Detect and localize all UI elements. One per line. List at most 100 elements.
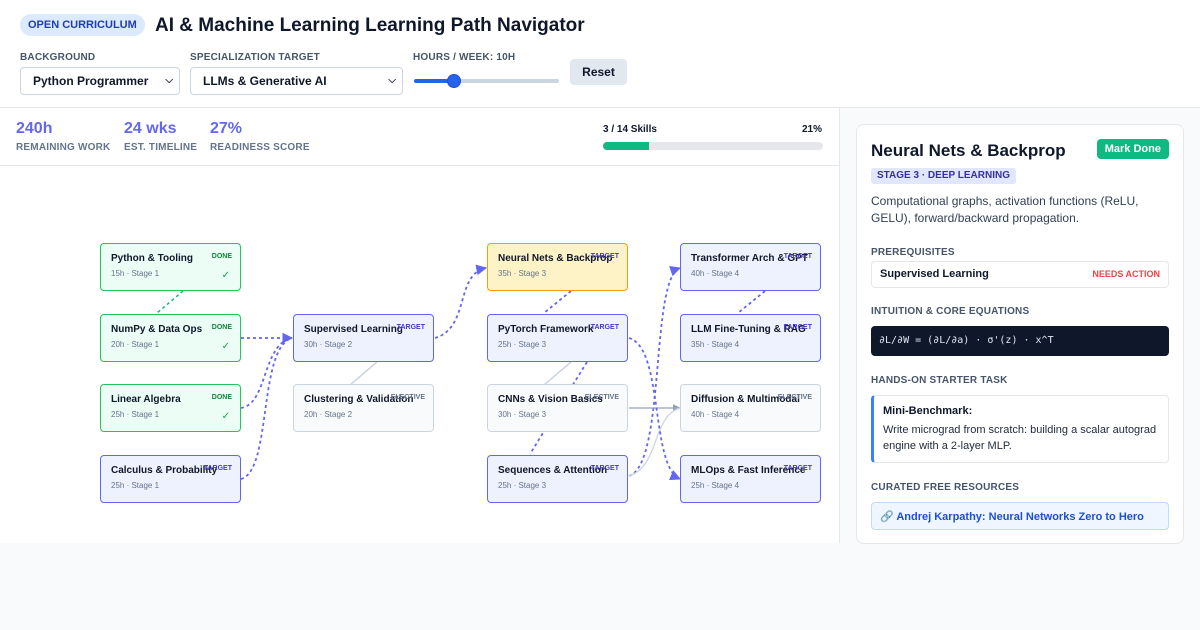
skill-node-neural[interactable]: Neural Nets & Backprop 35h · Stage 3 TARGE…: [487, 243, 628, 291]
open-curriculum-badge: OPEN CURRICULUM: [20, 14, 145, 36]
top-header: OPEN CURRICULUM AI & Machine Learning Le…: [0, 0, 1200, 108]
background-label: BACKGROUND: [20, 52, 96, 63]
skills-progress-bar: [603, 142, 823, 150]
prerequisites-label: PREREQUISITES: [871, 247, 955, 258]
skill-node-status-tag: DONE: [211, 253, 232, 260]
skill-node-meta: 25h · Stage 1: [111, 481, 160, 490]
edge-neural-pytorch: [543, 290, 572, 314]
skill-node-meta: 20h · Stage 1: [111, 340, 160, 349]
skill-node-meta: 40h · Stage 4: [691, 410, 740, 419]
task-label: HANDS-ON STARTER TASK: [871, 375, 1008, 386]
skill-node-meta: 25h · Stage 1: [111, 410, 160, 419]
skill-node-meta: 30h · Stage 2: [304, 340, 353, 349]
skill-node-status-tag: TARGET: [396, 324, 425, 331]
main-panel: 240h REMAINING WORK 24 wks EST. TIMELINE…: [0, 108, 840, 543]
skill-node-calculus[interactable]: Calculus & Probability 25h · Stage 1 TARGE…: [100, 455, 241, 503]
check-icon: ✓: [221, 341, 230, 352]
target-select[interactable]: LLMs & Generative AI ⌵: [190, 67, 403, 95]
skill-node-transformer[interactable]: Transformer Arch & GPT 40h · Stage 4 TARGE…: [680, 243, 821, 291]
remaining-work-label: REMAINING WORK: [16, 142, 111, 153]
prerequisite-name: Supervised Learning: [880, 268, 989, 280]
skills-progress-percent: 21%: [801, 124, 822, 135]
skill-node-linalg[interactable]: Linear Algebra 25h · Stage 1 DONE ✓: [100, 384, 241, 432]
hours-label: HOURS / WEEK: 10H: [413, 52, 516, 63]
resource-link-item[interactable]: 🔗 Andrej Karpathy: Neural Networks Zero …: [871, 502, 1169, 530]
target-label: SPECIALIZATION TARGET: [190, 52, 320, 63]
readiness-label: READINESS SCORE: [210, 142, 310, 153]
skill-node-sequences[interactable]: Sequences & Attention 25h · Stage 3 TARGET: [487, 455, 628, 503]
stage-badge: STAGE 3 · DEEP LEARNING: [871, 168, 1016, 184]
timeline-label: EST. TIMELINE: [124, 142, 198, 153]
hours-slider[interactable]: [414, 74, 559, 88]
skill-node-title: Linear Algebra: [111, 394, 181, 405]
starter-task-card: Mini-Benchmark: Write micrograd from scr…: [871, 395, 1169, 463]
skill-node-title: Supervised Learning: [304, 324, 403, 335]
check-icon: ✓: [221, 411, 230, 422]
skill-node-mlops[interactable]: MLOps & Fast Inference 25h · Stage 4 TARGE…: [680, 455, 821, 503]
skill-node-status-tag: DONE: [211, 324, 232, 331]
skill-detail-panel: Neural Nets & Backprop Mark Done STAGE 3…: [856, 124, 1184, 544]
chevron-down-icon: ⌵: [388, 75, 396, 86]
prerequisite-item[interactable]: Supervised Learning NEEDS ACTION: [871, 261, 1169, 288]
remaining-work-value: 240h: [16, 120, 53, 137]
skill-node-meta: 20h · Stage 2: [304, 410, 353, 419]
mark-done-button[interactable]: Mark Done: [1096, 139, 1169, 159]
edge-python-numpy: [156, 290, 184, 314]
skill-node-status-tag: DONE: [211, 394, 232, 401]
skill-graph: Python & Tooling 15h · Stage 1 DONE ✓ NumPy …: [0, 166, 839, 543]
skill-node-status-tag: TARGET: [203, 465, 232, 472]
skill-node-status-tag: ELECTIVE: [777, 394, 812, 401]
equations-label: INTUITION & CORE EQUATIONS: [871, 306, 1030, 317]
skill-node-python[interactable]: Python & Tooling 15h · Stage 1 DONE ✓: [100, 243, 241, 291]
skill-node-status-tag: TARGET: [783, 465, 812, 472]
detail-title: Neural Nets & Backprop: [871, 141, 1066, 160]
skill-node-status-tag: TARGET: [783, 253, 812, 260]
skills-progress-label: 3 / 14 Skills: [603, 124, 657, 135]
edge-pytorch-cnn: [543, 361, 572, 386]
skill-node-meta: 15h · Stage 1: [111, 269, 160, 278]
background-select[interactable]: Python Programmer ⌵: [20, 67, 180, 95]
skill-node-pytorch[interactable]: PyTorch Framework 25h · Stage 3 TARGET: [487, 314, 628, 362]
readiness-value: 27%: [210, 120, 243, 137]
reset-button[interactable]: Reset: [570, 59, 627, 85]
skills-progress-fill: [603, 142, 650, 150]
skill-node-meta: 35h · Stage 3: [498, 269, 547, 278]
skill-node-status-tag: ELECTIVE: [390, 394, 425, 401]
edge-supervised-neural: [434, 264, 488, 339]
chevron-down-icon: ⌵: [165, 75, 173, 86]
edge-transformer-finetune: [737, 290, 766, 314]
skill-node-status-tag: TARGET: [590, 465, 619, 472]
skill-node-title: Python & Tooling: [111, 253, 194, 264]
check-icon: ✓: [221, 270, 230, 281]
skill-node-status-tag: TARGET: [590, 253, 619, 260]
timeline-value: 24 wks: [124, 120, 177, 137]
target-select-value: LLMs & Generative AI: [203, 74, 327, 88]
skill-node-status-tag: TARGET: [590, 324, 619, 331]
skill-node-title: PyTorch Framework: [498, 324, 594, 335]
skill-node-meta: 25h · Stage 4: [691, 481, 740, 490]
skill-node-meta: 40h · Stage 4: [691, 269, 740, 278]
skill-node-meta: 30h · Stage 3: [498, 410, 547, 419]
skill-node-clustering[interactable]: Clustering & Validation 20h · Stage 2 ELEC…: [293, 384, 434, 432]
stats-bar: 240h REMAINING WORK 24 wks EST. TIMELINE…: [0, 108, 839, 166]
resource-link[interactable]: 🔗 Andrej Karpathy: Neural Networks Zero …: [880, 510, 1144, 523]
edge-linalg-supervised: [240, 337, 293, 409]
skill-node-title: NumPy & Data Ops: [111, 324, 203, 335]
edge-supervised-clustering: [349, 361, 378, 386]
skill-node-meta: 25h · Stage 3: [498, 481, 547, 490]
edge-calculus-supervised: [240, 337, 293, 480]
skill-node-numpy[interactable]: NumPy & Data Ops 20h · Stage 1 DONE ✓: [100, 314, 241, 362]
prerequisite-status-badge: NEEDS ACTION: [1092, 269, 1160, 279]
skill-node-cnn[interactable]: CNNs & Vision Basics 30h · Stage 3 ELECTIV…: [487, 384, 628, 432]
resources-label: CURATED FREE RESOURCES: [871, 482, 1020, 493]
detail-description: Computational graphs, activation functio…: [871, 194, 1139, 225]
skill-node-meta: 35h · Stage 4: [691, 340, 740, 349]
task-title: Mini-Benchmark:: [883, 405, 973, 417]
skill-node-diffusion[interactable]: Diffusion & Multimodal 40h · Stage 4 ELECT…: [680, 384, 821, 432]
skill-node-status-tag: TARGET: [783, 324, 812, 331]
skill-node-finetune[interactable]: LLM Fine-Tuning & RAG 35h · Stage 4 TARGET: [680, 314, 821, 362]
skill-node-title: Calculus & Probability: [111, 465, 218, 476]
skill-node-supervised[interactable]: Supervised Learning 30h · Stage 2 TARGET: [293, 314, 434, 362]
hours-slider-thumb[interactable]: [446, 74, 461, 88]
page-title: AI & Machine Learning Learning Path Navi…: [155, 15, 585, 36]
